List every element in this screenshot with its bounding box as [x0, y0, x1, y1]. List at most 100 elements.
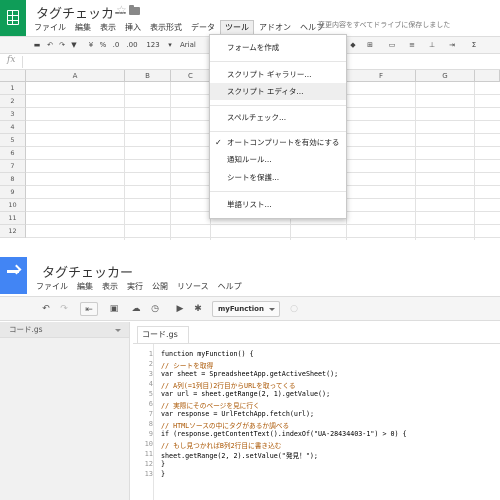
file-list-panel: コード.gs — [0, 322, 130, 500]
project-title[interactable]: タグチェッカー — [42, 262, 133, 281]
currency-format-button[interactable]: ¥ — [86, 39, 96, 52]
row-header[interactable]: 4 — [0, 121, 26, 134]
menu-item-autocomplete[interactable]: ✓ オートコンプリートを有効にする — [210, 134, 346, 151]
code-line: // もし見つかればB列2行目に書き込む — [161, 442, 282, 450]
menu-file[interactable]: ファイル — [30, 21, 70, 34]
row-header[interactable]: 11 — [0, 212, 26, 225]
tools-dropdown-menu: フォームを作成 スクリプト ギャラリー... スクリプト エディタ... スペル… — [209, 34, 347, 219]
sheets-window: タグチェッカー ☆ ファイル 編集 表示 挿入 表示形式 データ ツール アドオ… — [0, 0, 500, 240]
menu-format[interactable]: 表示形式 — [146, 21, 186, 34]
menu-edit[interactable]: 編集 — [77, 281, 93, 292]
column-header[interactable]: A — [26, 70, 125, 82]
menu-item-script-editor[interactable]: スクリプト エディタ... — [210, 83, 346, 100]
merge-cells-icon[interactable]: ▭ — [386, 39, 398, 52]
row-header[interactable]: 3 — [0, 108, 26, 121]
code-line: sheet.getRange(2, 2).setValue("発見！"); — [161, 452, 318, 460]
row-header[interactable]: 7 — [0, 160, 26, 173]
vertical-align-icon[interactable]: ⊥ — [426, 39, 438, 52]
row-header[interactable]: 2 — [0, 95, 26, 108]
menu-run[interactable]: 実行 — [127, 281, 143, 292]
star-icon[interactable]: ☆ — [116, 3, 127, 17]
menu-view[interactable]: 表示 — [102, 281, 118, 292]
function-select-dropdown[interactable]: myFunction — [212, 301, 280, 317]
undo-icon[interactable]: ↶ — [40, 302, 52, 316]
code-line: // 実際にそのページを見に行く — [161, 402, 260, 410]
paint-format-icon[interactable]: ▼ — [69, 39, 79, 52]
row-header[interactable]: 8 — [0, 173, 26, 186]
column-header[interactable]: B — [125, 70, 171, 82]
editor-toolbar: ↶ ↷ ⇤ ▣ ☁ ◷ ▶ ✱ myFunction ○ — [0, 296, 500, 321]
menu-item-create-form[interactable]: フォームを作成 — [210, 39, 346, 56]
menu-item-protect-sheet[interactable]: シートを保護... — [210, 169, 346, 186]
cloud-upload-icon[interactable]: ☁ — [129, 302, 143, 316]
horizontal-align-icon[interactable]: ≡ — [406, 39, 418, 52]
column-header[interactable]: G — [416, 70, 475, 82]
column-header[interactable]: C — [171, 70, 211, 82]
menu-edit[interactable]: 編集 — [71, 21, 95, 34]
row-header[interactable]: 6 — [0, 147, 26, 160]
code-line: } — [161, 460, 166, 468]
code-line: if (response.getContentText().indexOf("U… — [161, 430, 407, 438]
sheets-menu-bar: ファイル 編集 表示 挿入 表示形式 データ ツール アドオン ヘルプ — [30, 20, 329, 34]
decrease-decimal-button[interactable]: .0 — [110, 39, 122, 52]
column-header[interactable]: F — [347, 70, 416, 82]
increase-decimal-button[interactable]: .00 — [124, 39, 140, 52]
code-line: function myFunction() { — [161, 350, 254, 358]
menu-item-script-gallery[interactable]: スクリプト ギャラリー... — [210, 66, 346, 83]
menu-file[interactable]: ファイル — [36, 281, 68, 292]
column-header-extra[interactable] — [475, 70, 500, 82]
menu-item-notification-rules[interactable]: 通知ルール... — [210, 151, 346, 168]
run-icon[interactable]: ▶ — [174, 302, 186, 316]
file-list-item[interactable]: コード.gs — [0, 322, 129, 338]
menu-item-word-list[interactable]: 単語リスト... — [210, 196, 346, 213]
undo-icon[interactable]: ↶ — [45, 39, 55, 52]
save-status: 変更内容をすべてドライブに保存しました — [318, 21, 451, 29]
functions-icon[interactable]: Σ — [468, 39, 480, 52]
code-line: // シートを取得 — [161, 362, 214, 370]
folder-icon[interactable] — [129, 5, 140, 15]
redo-icon[interactable]: ↷ — [57, 39, 67, 52]
menu-insert[interactable]: 挿入 — [121, 21, 145, 34]
menu-data[interactable]: データ — [187, 21, 219, 34]
chevron-down-icon — [269, 308, 275, 311]
code-line: var response = UrlFetchApp.fetch(url); — [161, 410, 314, 418]
menu-addons[interactable]: アドオン — [255, 21, 295, 34]
menu-view[interactable]: 表示 — [96, 21, 120, 34]
menu-publish[interactable]: 公開 — [152, 281, 168, 292]
row-header[interactable]: 10 — [0, 199, 26, 212]
redo-icon[interactable]: ↷ — [58, 302, 70, 316]
fx-icon: fx — [7, 55, 16, 65]
triggers-clock-icon[interactable]: ◷ — [148, 302, 162, 316]
code-line: var url = sheet.getRange(2, 1).getValue(… — [161, 390, 331, 398]
fill-color-icon[interactable]: ◆ — [348, 39, 358, 52]
font-dropdown[interactable]: Arial — [180, 39, 208, 52]
chevron-down-icon[interactable] — [115, 329, 121, 332]
menu-help[interactable]: ヘルプ — [218, 281, 242, 292]
borders-icon[interactable]: ⊞ — [364, 39, 376, 52]
sheets-logo-icon[interactable] — [0, 0, 26, 36]
debug-bug-icon[interactable]: ✱ — [192, 302, 204, 316]
row-header[interactable]: 9 — [0, 186, 26, 199]
menu-item-spell-check[interactable]: スペルチェック... — [210, 109, 346, 126]
row-header[interactable]: 5 — [0, 134, 26, 147]
apps-script-logo-icon[interactable] — [0, 257, 27, 294]
wrap-text-icon[interactable]: ⇥ — [446, 39, 458, 52]
row-header[interactable]: 1 — [0, 82, 26, 95]
chevron-down-icon[interactable]: ▾ — [168, 39, 172, 52]
code-line: } — [161, 470, 166, 478]
script-editor-window: タグチェッカー ファイル 編集 表示 実行 公開 リソース ヘルプ ↶ ↷ ⇤ … — [0, 257, 500, 500]
tab-code-gs[interactable]: コード.gs — [137, 326, 189, 343]
menu-tools[interactable]: ツール — [220, 20, 254, 34]
editor-menu-bar: ファイル 編集 表示 実行 公開 リソース ヘルプ — [36, 281, 251, 292]
menu-resources[interactable]: リソース — [177, 281, 209, 292]
number-format-dropdown[interactable]: 123 — [142, 39, 164, 52]
percent-format-button[interactable]: % — [98, 39, 108, 52]
select-all-corner[interactable] — [0, 70, 26, 82]
save-icon[interactable]: ▣ — [107, 302, 121, 316]
code-line: // A列(=1列目)2行目からURLを取ってくる — [161, 382, 296, 390]
lightbulb-icon[interactable]: ○ — [288, 302, 300, 316]
code-editor[interactable]: 1 2 3 4 5 6 7 8 9 10 11 12 13 function m… — [133, 343, 500, 500]
print-icon[interactable]: ▬ — [32, 39, 42, 52]
indent-icon[interactable]: ⇤ — [80, 302, 98, 316]
row-header[interactable]: 12 — [0, 225, 26, 238]
